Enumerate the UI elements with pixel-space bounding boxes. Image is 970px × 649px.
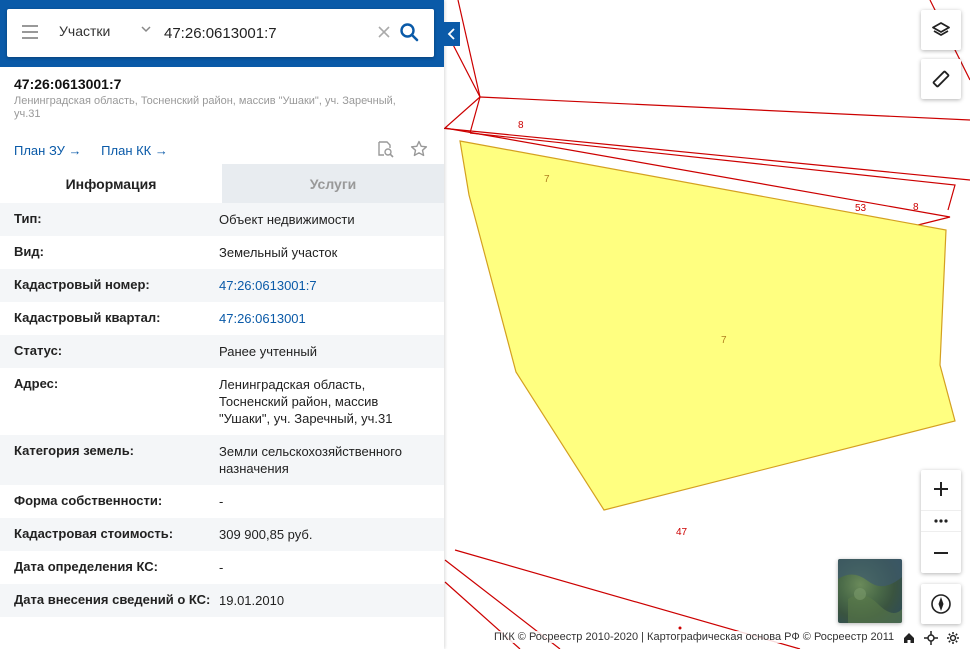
table-row: Дата определения КС: - — [0, 551, 444, 584]
object-address: Ленинградская область, Тосненский район,… — [14, 95, 396, 120]
row-label: Вид: — [14, 244, 44, 259]
table-row: Кадастровая стоимость: 309 900,85 руб. — [0, 518, 444, 551]
row-label: Тип: — [14, 211, 42, 226]
settings-icon[interactable] — [946, 631, 960, 645]
map-label: 47 — [676, 527, 688, 538]
row-value: Объект недвижимости — [219, 212, 355, 227]
table-row: Вид: Земельный участок — [0, 236, 444, 269]
row-label: Кадастровый квартал: — [14, 310, 161, 325]
info-table: Тип: Объект недвижимости Вид: Земельный … — [0, 203, 444, 617]
row-value: Ранее учтенный — [219, 344, 317, 359]
table-row: Кадастровый номер: 47:26:0613001:7 — [0, 269, 444, 302]
row-label: Статус: — [14, 343, 63, 358]
map-attribution: ПКК © Росреестр 2010-2020 | Картографиче… — [490, 631, 899, 643]
map-label: 53 — [855, 203, 867, 214]
row-label: Форма собственности: — [14, 493, 163, 508]
star-icon[interactable] — [410, 140, 428, 158]
row-label: Дата определения КС: — [14, 559, 158, 574]
plan-links: План ЗУ → План КК → — [14, 143, 184, 158]
row-value: Ленинградская область, Тосненский район,… — [219, 377, 393, 426]
zoom-controls — [921, 470, 961, 573]
table-row: Тип: Объект недвижимости — [0, 203, 444, 236]
map-label: 7 — [721, 335, 727, 346]
locate-icon[interactable] — [924, 631, 938, 645]
satellite-preview-image — [838, 559, 902, 623]
plan-zu-link[interactable]: План ЗУ → — [14, 143, 82, 158]
collapse-panel-button[interactable] — [444, 22, 460, 46]
selected-parcel — [459, 140, 956, 511]
menu-icon[interactable] — [22, 25, 38, 39]
more-dots-icon — [934, 519, 948, 523]
zoom-more-button[interactable] — [921, 510, 961, 532]
plan-kk-link[interactable]: План КК → — [101, 143, 168, 158]
search-header: Участки — [0, 0, 444, 67]
row-value: 19.01.2010 — [219, 593, 285, 608]
row-label: Категория земель: — [14, 443, 135, 458]
layers-button[interactable] — [921, 10, 961, 50]
zoom-in-button[interactable] — [921, 470, 961, 508]
close-icon[interactable] — [376, 24, 392, 40]
chevron-down-icon[interactable] — [140, 23, 152, 35]
tab-services[interactable]: Услуги — [222, 164, 444, 204]
table-row: Категория земель: Земли сельскохозяйстве… — [0, 435, 444, 485]
action-icons — [364, 140, 428, 163]
compass-icon — [931, 594, 951, 614]
measure-button[interactable] — [921, 59, 961, 99]
panel-tabs: Информация Услуги — [0, 164, 444, 204]
search-input[interactable] — [164, 20, 369, 46]
row-label: Адрес: — [14, 376, 59, 391]
map-label: 8 — [913, 202, 919, 213]
row-label: Кадастровая стоимость: — [14, 526, 174, 541]
table-row: Адрес: Ленинградская область, Тосненский… — [0, 368, 444, 435]
row-label: Кадастровый номер: — [14, 277, 150, 292]
row-value: 309 900,85 руб. — [219, 527, 313, 542]
layers-icon — [932, 22, 950, 36]
search-icon[interactable] — [399, 22, 419, 42]
row-label: Дата внесения сведений о КС: — [14, 592, 211, 607]
zoom-out-button[interactable] — [921, 534, 961, 572]
category-select[interactable]: Участки — [59, 23, 110, 39]
object-header: 47:26:0613001:7 Ленинградская область, Т… — [14, 76, 434, 121]
cadastral-number-link[interactable]: 47:26:0613001:7 — [219, 277, 430, 294]
map-label: 7 — [544, 174, 550, 185]
plus-icon — [934, 482, 948, 496]
row-value: Земельный участок — [219, 245, 338, 260]
table-row: Статус: Ранее учтенный — [0, 335, 444, 368]
ruler-icon — [932, 70, 950, 88]
minus-icon — [934, 552, 948, 554]
document-search-icon[interactable] — [376, 140, 394, 158]
chevron-left-icon — [444, 22, 460, 46]
row-value: - — [219, 560, 224, 575]
basemap-switcher[interactable] — [838, 559, 902, 623]
object-title: 47:26:0613001:7 — [14, 76, 122, 92]
table-row: Форма собственности: - — [0, 485, 444, 518]
table-row: Дата внесения сведений о КС: 19.01.2010 — [0, 584, 444, 617]
tab-info[interactable]: Информация — [0, 164, 222, 204]
cadastral-quarter-link[interactable]: 47:26:0613001 — [219, 310, 430, 327]
bottom-icons — [902, 631, 960, 645]
home-icon[interactable] — [902, 631, 916, 645]
search-box: Участки — [7, 9, 434, 57]
map-label: 8 — [518, 120, 524, 131]
compass-button[interactable] — [921, 584, 961, 624]
row-value: - — [219, 494, 224, 509]
row-value: Земли сельскохозяйственного назначения — [219, 444, 402, 476]
table-row: Кадастровый квартал: 47:26:0613001 — [0, 302, 444, 335]
info-panel: Участки 47:26:0613001:7 Ленинградская об… — [0, 0, 444, 649]
